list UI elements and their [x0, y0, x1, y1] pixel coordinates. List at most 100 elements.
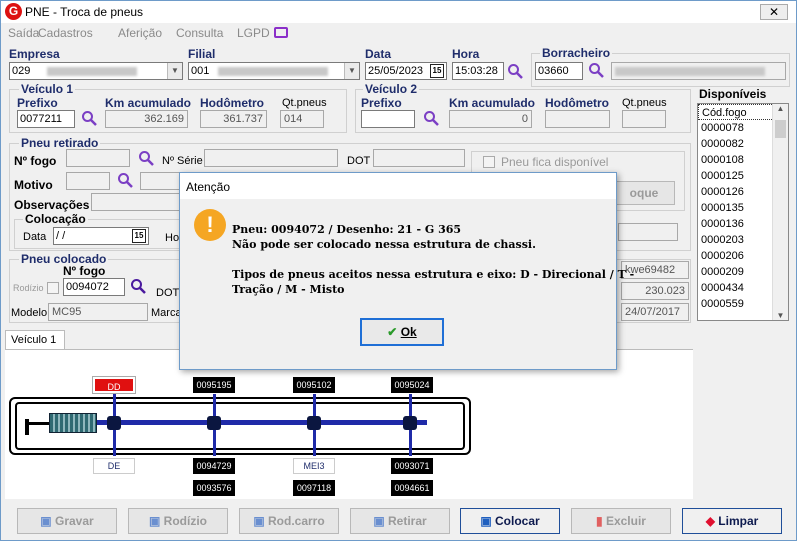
ret-motivo-desc	[140, 172, 180, 190]
menu-afericao[interactable]: Aferição	[118, 26, 162, 40]
search-icon[interactable]	[423, 110, 439, 126]
search-icon[interactable]	[507, 63, 523, 79]
disp-checkbox[interactable]	[483, 156, 495, 168]
ret-obs-field[interactable]	[91, 193, 181, 211]
disponiveis-list[interactable]: Cód.fogo 0000078 0000082 0000108 0000125…	[697, 103, 789, 321]
tire-position[interactable]: DD	[92, 376, 136, 394]
menu-cadastros[interactable]: Cadastros	[38, 26, 93, 40]
check-icon: ✔	[387, 325, 398, 339]
save-icon: ▣	[253, 514, 265, 528]
rodcarro-button[interactable]: ▣ Rod.carro	[239, 508, 339, 534]
hub-2	[207, 416, 221, 430]
tire-slot[interactable]: 0093576	[193, 480, 235, 496]
retirado-title: Pneu retirado	[19, 136, 101, 150]
chevron-down-icon[interactable]: ▼	[773, 311, 788, 320]
filial-select[interactable]: 001 ▼	[188, 62, 360, 80]
limpar-button[interactable]: ◆ Limpar	[682, 508, 782, 534]
v2-prefixo-label: Prefixo	[361, 96, 402, 110]
v1-hod-label: Hodômetro	[200, 96, 264, 110]
ret-fogo-label: Nº fogo	[14, 154, 57, 168]
tire-slot[interactable]: 0093071	[391, 458, 433, 474]
save-icon: ▣	[148, 514, 161, 528]
monitor-icon[interactable]	[274, 27, 288, 38]
calendar-icon[interactable]: 15	[132, 229, 146, 243]
col-modelo-field: MC95	[48, 303, 148, 321]
save-icon: ▣	[373, 514, 385, 528]
search-icon[interactable]	[138, 150, 154, 166]
search-icon[interactable]	[117, 172, 133, 188]
colocacao-title: Colocação	[23, 212, 88, 226]
tire-slot[interactable]: 0094661	[391, 480, 433, 496]
close-button[interactable]: ✕	[760, 4, 788, 20]
main-window: G PNE - Troca de pneus ✕ Saída Cadastros…	[0, 0, 797, 541]
chevron-up-icon[interactable]: ▲	[773, 104, 788, 113]
hub-4	[403, 416, 417, 430]
estoque-button[interactable]: oque	[613, 181, 675, 205]
menu-bar: Saída Cadastros Aferição Consulta LGPD	[1, 23, 796, 43]
col-fogo-label: Nº fogo	[63, 264, 106, 278]
menu-lgpd[interactable]: LGPD	[237, 26, 270, 40]
tire-position[interactable]: DE	[93, 458, 135, 474]
col-right3: 24/07/2017	[621, 303, 689, 321]
excluir-button[interactable]: ▮ Excluir	[571, 508, 671, 534]
tire-slot[interactable]: 0097118	[293, 480, 335, 496]
menu-consulta[interactable]: Consulta	[176, 26, 223, 40]
search-icon[interactable]	[588, 62, 604, 78]
hora-field[interactable]: 15:03:28	[452, 62, 504, 80]
ret-serie-field	[204, 149, 338, 167]
borracheiro-code[interactable]: 03660	[535, 62, 583, 80]
colocar-button[interactable]: ▣ Colocar	[460, 508, 560, 534]
search-icon[interactable]	[81, 110, 97, 126]
disponiveis-title: Disponíveis	[699, 87, 767, 101]
empresa-select[interactable]: 029 ▼	[9, 62, 183, 80]
scrollbar-thumb[interactable]	[775, 120, 786, 138]
eraser-icon: ◆	[705, 514, 715, 528]
tire-slot[interactable]: 0094729	[193, 458, 235, 474]
ok-button[interactable]: ✔ Ok	[360, 318, 444, 346]
dialog-line2: Não pode ser colocado nessa estrutura de…	[232, 238, 536, 251]
chevron-down-icon: ▼	[344, 63, 359, 79]
ret-dot-label: DOT	[347, 155, 371, 167]
hora-label: Hora	[452, 47, 480, 61]
tire-slot[interactable]: 0095102	[293, 377, 335, 393]
v1-qt-label: Qt.pneus	[282, 97, 327, 109]
filial-label: Filial	[188, 47, 216, 61]
col-data-label: Data	[23, 231, 47, 243]
empresa-label: Empresa	[9, 47, 60, 61]
tire-position[interactable]: MEI3	[293, 458, 335, 474]
hub-3	[307, 416, 321, 430]
ret-extra-field	[618, 223, 678, 241]
col-fogo-field[interactable]: 0094072	[63, 278, 125, 296]
ret-motivo-label: Motivo	[14, 178, 53, 192]
gravar-button[interactable]: ▣ Gravar	[17, 508, 117, 534]
tire-slot[interactable]: 0095024	[391, 377, 433, 393]
dialog-line1: Pneu: 0094072 / Desenho: 21 - G 365	[232, 223, 462, 236]
ret-fogo-field[interactable]	[66, 149, 130, 167]
menu-saida[interactable]: Saída	[8, 26, 39, 40]
v2-qt-label: Qt.pneus	[622, 97, 667, 109]
tire-slot[interactable]: 0095195	[193, 377, 235, 393]
dialog-title: Atenção	[180, 173, 616, 199]
chevron-down-icon: ▼	[167, 63, 182, 79]
veiculo1-title: Veículo 1	[19, 82, 76, 96]
col-dot-label: DOT	[156, 287, 180, 299]
rodizio-checkbox[interactable]	[47, 282, 59, 294]
search-icon[interactable]	[130, 278, 146, 294]
rodizio-button[interactable]: ▣ Rodízio	[128, 508, 228, 534]
v1-prefixo-label: Prefixo	[17, 96, 58, 110]
calendar-icon[interactable]: 15	[430, 64, 444, 78]
v2-hod-field	[545, 110, 610, 128]
disp-label: Pneu fica disponível	[501, 155, 609, 169]
ret-serie-label: Nº Série	[162, 155, 203, 167]
v1-km-field: 362.169	[105, 110, 188, 128]
tab-veiculo1[interactable]: Veículo 1	[5, 330, 65, 350]
scrollbar[interactable]: ▲ ▼	[772, 104, 788, 320]
ret-motivo-field[interactable]	[66, 172, 110, 190]
data-label: Data	[365, 47, 392, 61]
ret-obs-label: Observações	[14, 198, 90, 212]
save-icon: ▣	[40, 514, 52, 528]
v2-prefixo-field[interactable]	[361, 110, 415, 128]
retirar-button[interactable]: ▣ Retirar	[350, 508, 450, 534]
v1-prefixo-field[interactable]: 0077211	[17, 110, 75, 128]
warning-icon: !	[194, 209, 226, 241]
